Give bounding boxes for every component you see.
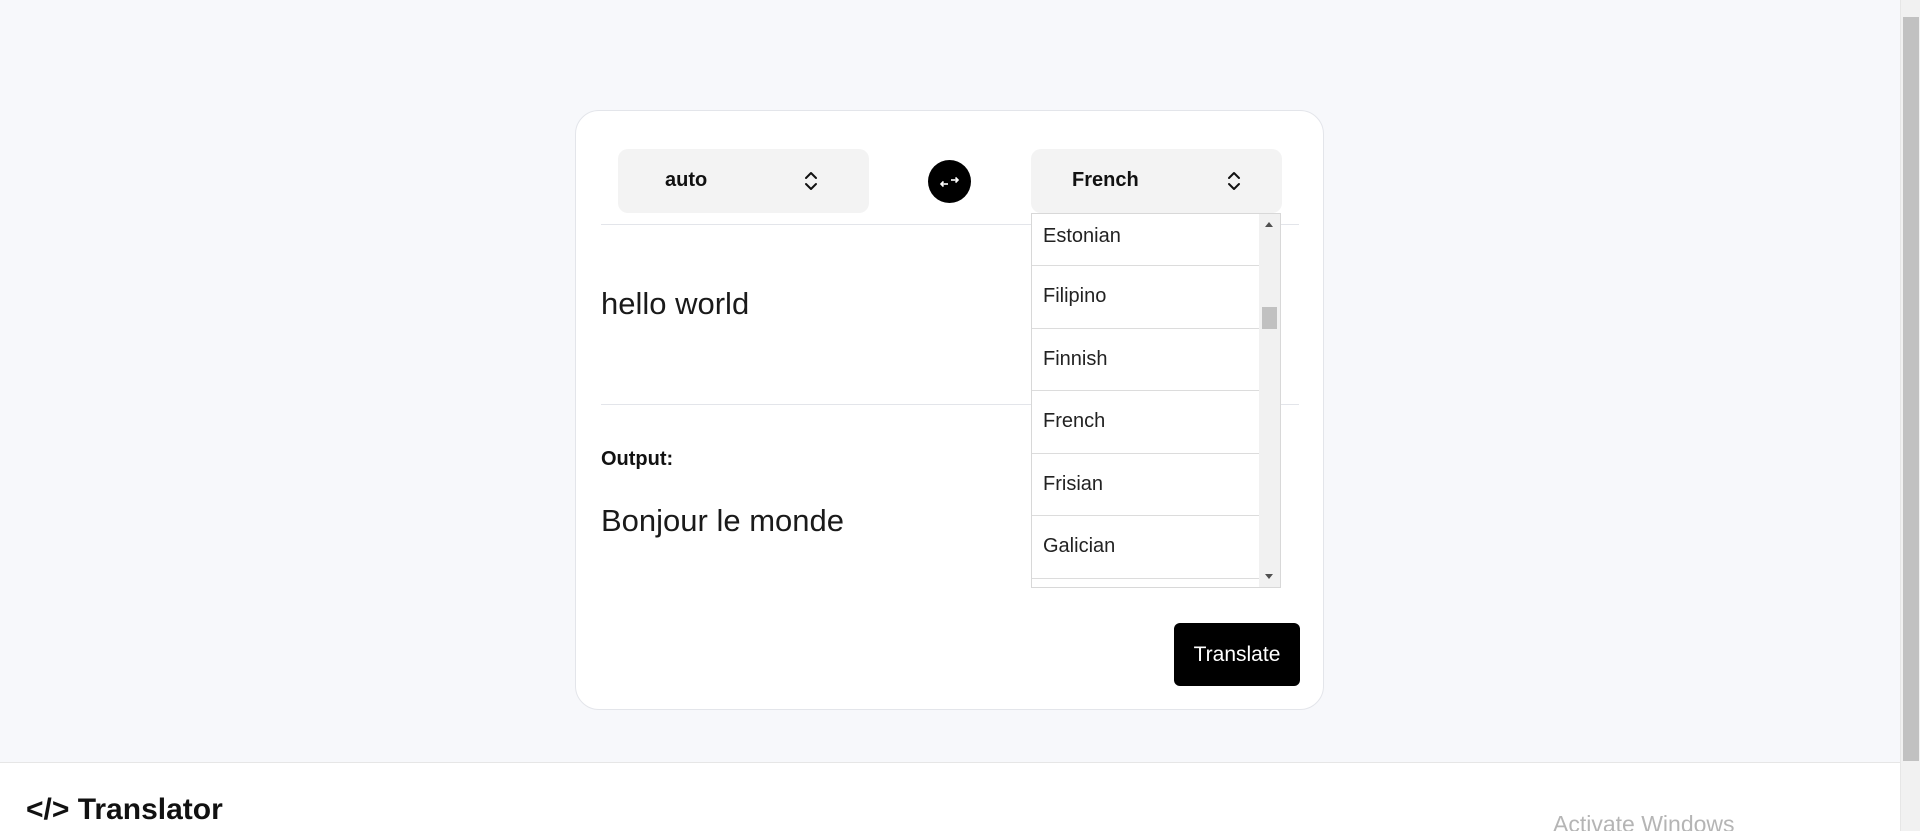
- target-language-select[interactable]: French: [1031, 149, 1282, 213]
- swap-languages-button[interactable]: [928, 160, 971, 203]
- swap-arrows-icon: [939, 176, 959, 187]
- language-option[interactable]: Filipino: [1032, 266, 1260, 329]
- activate-windows-watermark: Activate Windows: [1553, 811, 1735, 831]
- language-option[interactable]: French: [1032, 391, 1260, 454]
- target-language-dropdown[interactable]: Estonian Filipino Finnish French Frisian…: [1031, 213, 1281, 588]
- footer: </> Translator Activate Windows: [0, 762, 1900, 831]
- scroll-up-arrow-icon[interactable]: [1265, 222, 1273, 227]
- footer-brand[interactable]: </> Translator: [26, 793, 223, 827]
- target-language-value: French: [1072, 169, 1139, 191]
- language-option[interactable]: [1032, 579, 1260, 588]
- page-scrollbar-thumb[interactable]: [1903, 17, 1919, 761]
- source-text-input[interactable]: hello world: [601, 286, 749, 322]
- dropdown-scrollbar[interactable]: [1259, 214, 1280, 587]
- translate-button[interactable]: Translate: [1174, 623, 1300, 686]
- language-option[interactable]: Frisian: [1032, 454, 1260, 516]
- language-option[interactable]: Finnish: [1032, 329, 1260, 391]
- language-option[interactable]: Galician: [1032, 516, 1260, 579]
- source-language-select[interactable]: auto: [618, 149, 869, 213]
- language-options-list: Estonian Filipino Finnish French Frisian…: [1032, 214, 1260, 588]
- scrollbar-thumb[interactable]: [1262, 307, 1277, 329]
- source-language-value: auto: [665, 169, 708, 191]
- output-label: Output:: [601, 448, 674, 470]
- language-option[interactable]: Estonian: [1032, 214, 1260, 266]
- scroll-down-arrow-icon[interactable]: [1265, 574, 1273, 579]
- page-scrollbar[interactable]: [1900, 0, 1920, 831]
- output-text: Bonjour le monde: [601, 503, 844, 538]
- chevron-up-down-icon: [1228, 172, 1240, 190]
- chevron-up-down-icon: [805, 172, 817, 190]
